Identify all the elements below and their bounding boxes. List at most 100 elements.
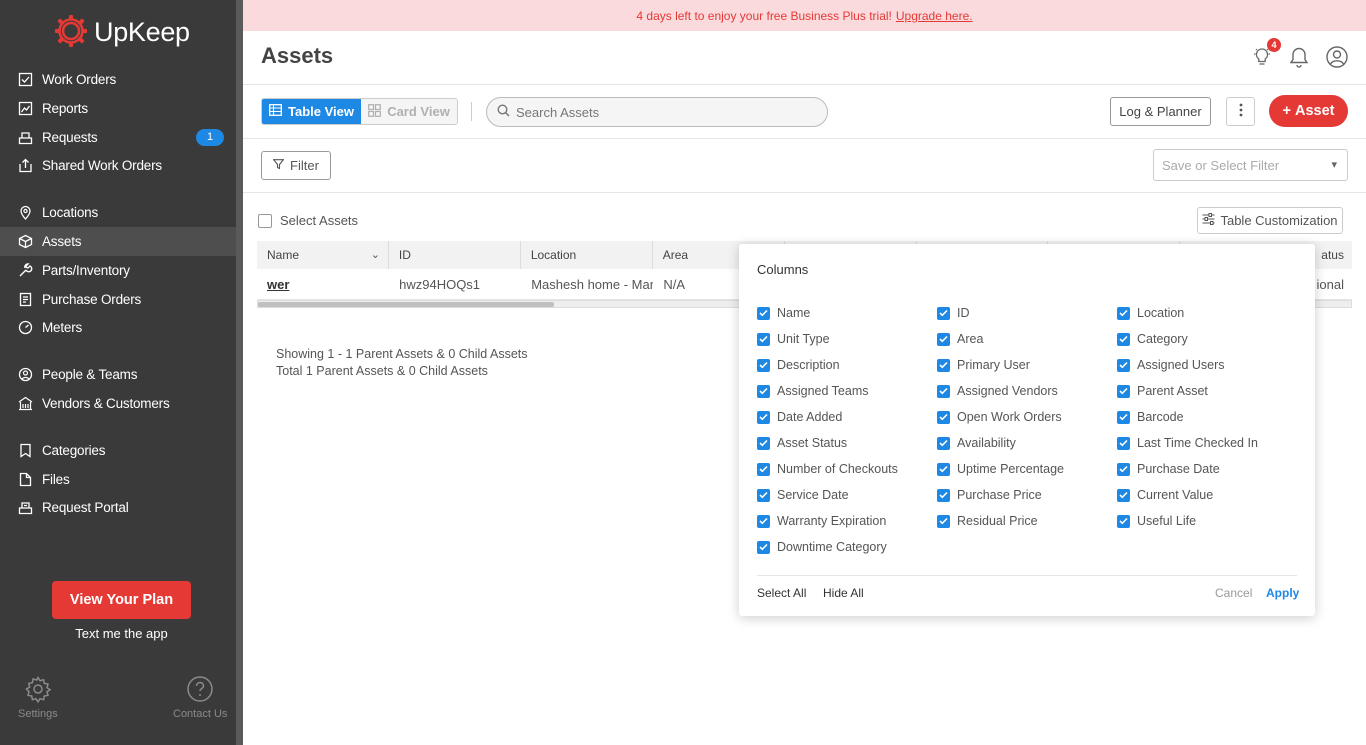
column-checkbox[interactable]	[937, 488, 950, 502]
column-checkbox[interactable]	[937, 462, 950, 476]
column-checkbox[interactable]	[1117, 514, 1130, 528]
column-checkbox[interactable]	[937, 514, 950, 528]
column-checkbox[interactable]	[1117, 436, 1130, 450]
column-option[interactable]: Assigned Teams	[757, 384, 869, 398]
table-customization-button[interactable]: Table Customization	[1197, 207, 1343, 234]
bell-icon[interactable]	[1287, 45, 1311, 69]
column-option[interactable]: Category	[1117, 332, 1188, 346]
settings-button[interactable]: Settings	[18, 675, 58, 720]
column-checkbox[interactable]	[937, 436, 950, 450]
sidebar-scrollbar[interactable]	[236, 0, 243, 745]
sidebar-item-files[interactable]: Files	[0, 465, 236, 494]
column-option[interactable]: Warranty Expiration	[757, 514, 886, 528]
sidebar-item-assets[interactable]: Assets	[0, 227, 236, 256]
column-option[interactable]: Area	[937, 332, 983, 346]
scrollbar-thumb[interactable]	[258, 302, 554, 307]
column-option[interactable]: Date Added	[757, 410, 842, 424]
save-select-filter-dropdown[interactable]: Save or Select Filter ▾	[1153, 149, 1348, 181]
column-option[interactable]: Parent Asset	[1117, 384, 1208, 398]
column-checkbox[interactable]	[1117, 384, 1130, 398]
column-checkbox[interactable]	[757, 462, 770, 476]
column-checkbox[interactable]	[757, 540, 770, 554]
column-checkbox[interactable]	[757, 358, 770, 372]
text-me-app-link[interactable]: Text me the app	[52, 626, 191, 641]
more-options-button[interactable]	[1226, 97, 1255, 126]
sidebar-item-locations[interactable]: Locations	[0, 198, 236, 227]
sidebar-item-categories[interactable]: Categories	[0, 436, 236, 465]
apply-button[interactable]: Apply	[1266, 586, 1299, 600]
column-checkbox[interactable]	[757, 436, 770, 450]
column-option[interactable]: Downtime Category	[757, 540, 887, 554]
sidebar-item-people-teams[interactable]: People & Teams	[0, 360, 236, 389]
column-checkbox[interactable]	[757, 488, 770, 502]
column-checkbox[interactable]	[757, 514, 770, 528]
asset-name-cell[interactable]: wer	[257, 269, 389, 299]
column-checkbox[interactable]	[1117, 462, 1130, 476]
search-input[interactable]	[516, 104, 816, 120]
logo[interactable]: UpKeep	[54, 14, 190, 51]
sidebar-item-shared-work-orders[interactable]: Shared Work Orders	[0, 151, 236, 180]
column-checkbox[interactable]	[1117, 410, 1130, 424]
column-option[interactable]: Asset Status	[757, 436, 847, 450]
sidebar-item-request-portal[interactable]: Request Portal	[0, 493, 236, 522]
column-checkbox[interactable]	[757, 384, 770, 398]
column-option[interactable]: Unit Type	[757, 332, 830, 346]
column-checkbox[interactable]	[1117, 358, 1130, 372]
cancel-button[interactable]: Cancel	[1215, 586, 1252, 600]
column-option[interactable]: Service Date	[757, 488, 849, 502]
column-option[interactable]: Useful Life	[1117, 514, 1196, 528]
column-option[interactable]: Availability	[937, 436, 1016, 450]
column-option[interactable]: Assigned Vendors	[937, 384, 1058, 398]
card-view-button[interactable]: Card View	[361, 99, 457, 124]
add-asset-button[interactable]: + Asset	[1269, 95, 1348, 127]
column-option[interactable]: Number of Checkouts	[757, 462, 898, 476]
filter-button[interactable]: Filter	[261, 151, 331, 180]
sidebar-item-requests[interactable]: Requests 1	[0, 123, 236, 152]
column-option[interactable]: Location	[1117, 306, 1184, 320]
sidebar-item-reports[interactable]: Reports	[0, 94, 236, 123]
select-assets-toggle[interactable]: Select Assets	[258, 213, 358, 228]
sidebar-item-work-orders[interactable]: Work Orders	[0, 65, 236, 94]
column-option[interactable]: Barcode	[1117, 410, 1184, 424]
asset-name-link[interactable]: wer	[267, 277, 289, 292]
column-checkbox[interactable]	[937, 384, 950, 398]
column-option[interactable]: Assigned Users	[1117, 358, 1225, 372]
column-option[interactable]: Uptime Percentage	[937, 462, 1064, 476]
column-header-id[interactable]: ID	[389, 241, 521, 269]
column-header-name[interactable]: Name ⌄	[257, 241, 389, 269]
user-account-icon[interactable]	[1325, 45, 1349, 69]
hide-all-button[interactable]: Hide All	[823, 586, 864, 600]
search-box[interactable]	[486, 97, 828, 127]
table-view-button[interactable]: Table View	[262, 99, 361, 124]
column-option[interactable]: Residual Price	[937, 514, 1038, 528]
column-checkbox[interactable]	[1117, 306, 1130, 320]
sidebar-item-purchase-orders[interactable]: Purchase Orders	[0, 285, 236, 314]
column-option[interactable]: Current Value	[1117, 488, 1213, 502]
column-option[interactable]: Open Work Orders	[937, 410, 1062, 424]
column-checkbox[interactable]	[937, 332, 950, 346]
upgrade-link[interactable]: Upgrade here.	[896, 9, 973, 23]
column-option[interactable]: Primary User	[937, 358, 1030, 372]
sidebar-item-parts-inventory[interactable]: Parts/Inventory	[0, 256, 236, 285]
column-checkbox[interactable]	[937, 358, 950, 372]
column-option[interactable]: Last Time Checked In	[1117, 436, 1258, 450]
column-checkbox[interactable]	[1117, 332, 1130, 346]
column-checkbox[interactable]	[1117, 488, 1130, 502]
column-option[interactable]: Purchase Date	[1117, 462, 1220, 476]
sidebar-item-meters[interactable]: Meters	[0, 313, 236, 342]
column-option[interactable]: Description	[757, 358, 840, 372]
view-plan-button[interactable]: View Your Plan	[52, 581, 191, 619]
column-checkbox[interactable]	[937, 306, 950, 320]
contact-us-button[interactable]: Contact Us	[173, 675, 227, 720]
sidebar-item-vendors-customers[interactable]: Vendors & Customers	[0, 389, 236, 418]
log-planner-button[interactable]: Log & Planner	[1110, 97, 1211, 126]
select-assets-checkbox[interactable]	[258, 213, 272, 228]
column-option[interactable]: ID	[937, 306, 970, 320]
column-option[interactable]: Name	[757, 306, 810, 320]
column-checkbox[interactable]	[757, 332, 770, 346]
column-option[interactable]: Purchase Price	[937, 488, 1042, 502]
column-checkbox[interactable]	[757, 410, 770, 424]
column-header-location[interactable]: Location	[521, 241, 653, 269]
column-checkbox[interactable]	[757, 306, 770, 320]
column-checkbox[interactable]	[937, 410, 950, 424]
